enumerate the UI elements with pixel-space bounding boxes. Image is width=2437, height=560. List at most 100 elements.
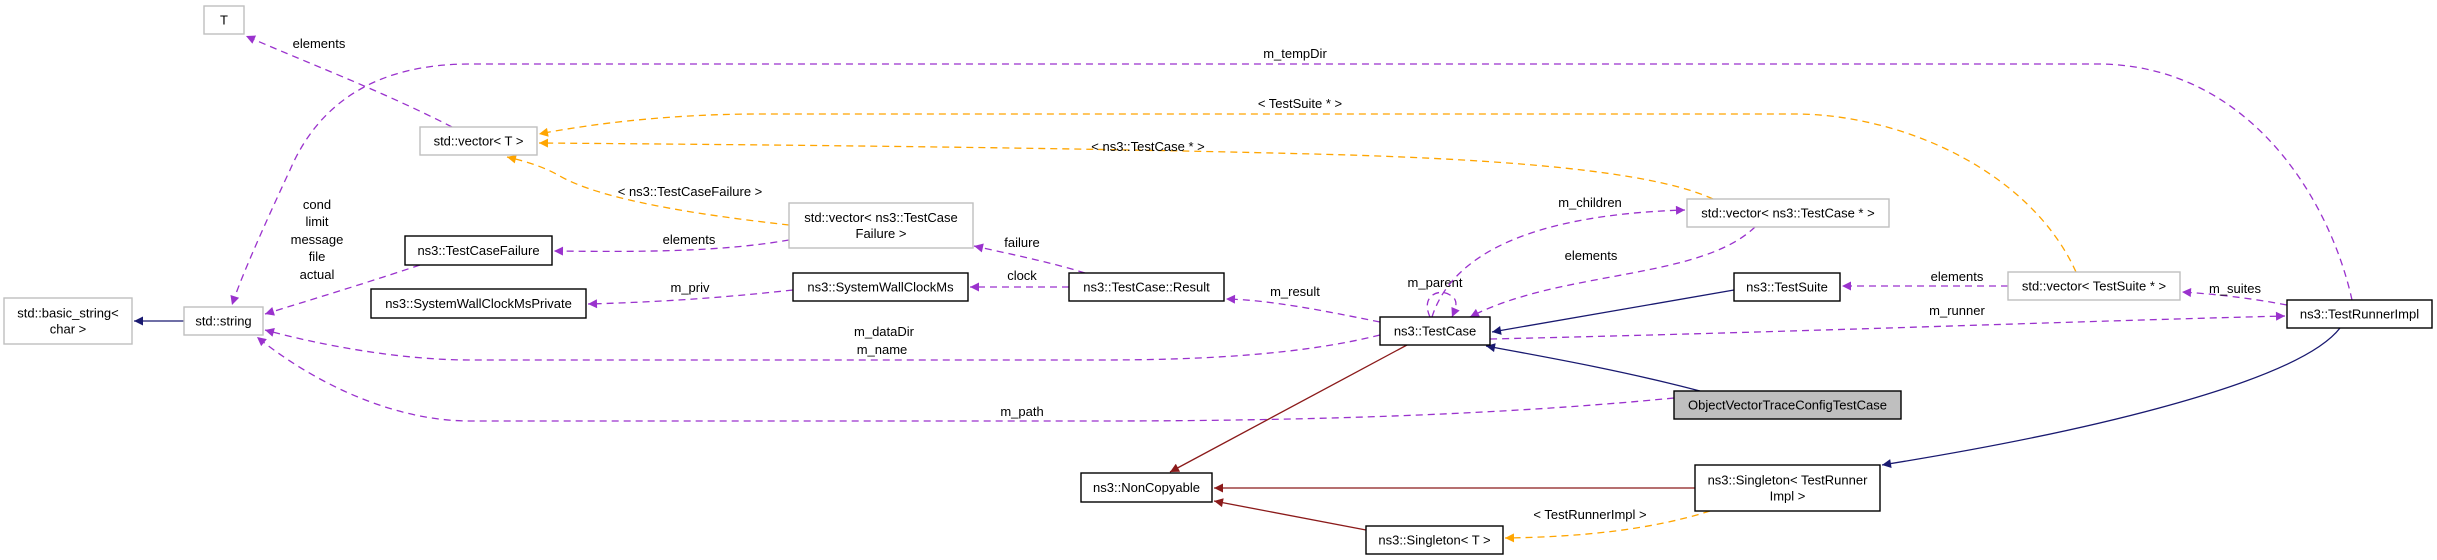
edge-line bbox=[1489, 311, 2286, 340]
node-vector-t[interactable]: std::vector< T > bbox=[419, 126, 538, 156]
node-swcms[interactable]: ns3::SystemWallClockMs bbox=[792, 272, 969, 302]
edge-label: clock bbox=[1007, 268, 1037, 283]
node-label: ns3::TestCase bbox=[1394, 324, 1476, 339]
edge-line bbox=[264, 328, 1381, 361]
edge-line bbox=[538, 113, 2077, 273]
edge-TestCase-to-TestRunnerImpl: m_runner bbox=[1489, 303, 2286, 340]
edge-TestCase-to-TestCase: m_parent bbox=[1408, 275, 1463, 318]
node-vector-tc[interactable]: std::vector< ns3::TestCase * > bbox=[1686, 198, 1890, 228]
edge-line bbox=[1469, 226, 1756, 318]
node-label: ns3::TestCase::Result bbox=[1083, 280, 1210, 295]
edge-TestRunnerImpl-to-vector_TS: m_suites bbox=[2181, 281, 2288, 306]
node-testrunnerimpl[interactable]: ns3::TestRunnerImpl bbox=[2286, 299, 2433, 329]
node-label: char > bbox=[50, 322, 87, 337]
edge-TestSuite-to-TestCase bbox=[1491, 289, 1735, 335]
edge-vector_TCF-to-TestCaseFailure: elements bbox=[553, 232, 790, 256]
edge-label: actual bbox=[300, 267, 335, 282]
node-t[interactable]: T bbox=[203, 5, 245, 35]
edge-label: < TestSuite * > bbox=[1258, 96, 1342, 111]
edge-label: elements bbox=[663, 232, 716, 247]
edge-vector_T-to-T: elements bbox=[245, 35, 453, 128]
edge-TestRunnerImpl-to-SingletonTRI bbox=[1881, 327, 2341, 469]
edge-TestCase-to-Result: m_result bbox=[1225, 284, 1381, 323]
edge-line bbox=[1213, 498, 1367, 531]
edge-label: elements bbox=[1565, 248, 1618, 263]
edge-label: < ns3::TestCaseFailure > bbox=[618, 184, 763, 199]
node-label: ns3::NonCopyable bbox=[1093, 480, 1200, 495]
node-label: ns3::TestRunnerImpl bbox=[2300, 307, 2419, 322]
node-basic-string[interactable]: std::basic_string<char > bbox=[3, 297, 133, 345]
node-label: std::vector< T > bbox=[434, 134, 524, 149]
node-label: std::vector< ns3::TestCase * > bbox=[1701, 206, 1874, 221]
node-singletont[interactable]: ns3::Singleton< T > bbox=[1365, 525, 1504, 555]
edge-label: m_result bbox=[1270, 284, 1320, 299]
node-testsuite[interactable]: ns3::TestSuite bbox=[1733, 272, 1841, 302]
edge-vector_TS-to-vector_T: < TestSuite * > bbox=[538, 96, 2077, 273]
node-testcase[interactable]: ns3::TestCase bbox=[1379, 316, 1491, 346]
node-string[interactable]: std::string bbox=[183, 306, 264, 336]
edge-vector_TC-to-TestCase: elements bbox=[1469, 226, 1756, 318]
edge-label: m_tempDir bbox=[1263, 46, 1327, 61]
edge-SWCMs-to-SWCMPrivate: m_priv bbox=[587, 280, 794, 309]
edge-Result-to-SWCMs: clock bbox=[970, 268, 1069, 292]
edge-ObjectVector-to-TestCase bbox=[1485, 343, 1701, 392]
node-label: Impl > bbox=[1770, 489, 1806, 504]
edge-SingletonTRI-to-SingletonT: < TestRunnerImpl > bbox=[1504, 507, 1711, 543]
node-label: ns3::TestCaseFailure bbox=[417, 243, 539, 258]
node-label: std::basic_string< bbox=[17, 306, 119, 321]
node-vector-ts[interactable]: std::vector< TestSuite * > bbox=[2007, 271, 2181, 301]
node-label: ns3::Singleton< TestRunner bbox=[1708, 473, 1869, 488]
edge-ObjectVector-to-string: m_path bbox=[256, 336, 1675, 422]
edge-line bbox=[1491, 289, 1735, 335]
edge-line bbox=[1485, 343, 1701, 392]
edge-label: failure bbox=[1004, 235, 1039, 250]
edge-label: < ns3::TestCase * > bbox=[1091, 139, 1204, 154]
edge-label: m_name bbox=[857, 342, 908, 357]
edge-label: m_children bbox=[1558, 195, 1622, 210]
node-label: ns3::Singleton< T > bbox=[1378, 533, 1490, 548]
node-testcasefailure[interactable]: ns3::TestCaseFailure bbox=[404, 235, 553, 266]
node-singletontri[interactable]: ns3::Singleton< TestRunnerImpl > bbox=[1694, 464, 1881, 512]
edge-line bbox=[245, 35, 453, 128]
node-label: std::vector< ns3::TestCase bbox=[804, 210, 958, 225]
edge-label: m_dataDir bbox=[854, 324, 915, 339]
node-label: std::string bbox=[195, 314, 251, 329]
edge-line bbox=[1431, 205, 1686, 318]
edge-SingletonT-to-NonCopyable bbox=[1213, 498, 1367, 531]
node-label: ns3::TestSuite bbox=[1746, 280, 1828, 295]
edge-vector_TCF-to-vector_T: < ns3::TestCaseFailure > bbox=[506, 154, 790, 226]
node-noncopyable[interactable]: ns3::NonCopyable bbox=[1080, 472, 1213, 503]
edge-line bbox=[1426, 291, 1460, 318]
edge-label: m_parent bbox=[1408, 275, 1463, 290]
node-label: ns3::SystemWallClockMsPrivate bbox=[385, 296, 572, 311]
edge-TestCase-to-NonCopyable bbox=[1169, 344, 1408, 473]
edge-TestRunnerImpl-to-string: m_tempDir bbox=[230, 46, 2353, 306]
node-label: Failure > bbox=[856, 226, 907, 241]
node-result[interactable]: ns3::TestCase::Result bbox=[1068, 272, 1225, 302]
edge-label: m_runner bbox=[1929, 303, 1985, 318]
edge-label: cond bbox=[303, 197, 331, 212]
node-label: ns3::SystemWallClockMs bbox=[807, 280, 954, 295]
node-swcmprivate[interactable]: ns3::SystemWallClockMsPrivate bbox=[370, 288, 587, 319]
node-label: std::vector< TestSuite * > bbox=[2022, 279, 2166, 294]
node-vector-tcf[interactable]: std::vector< ns3::TestCaseFailure > bbox=[788, 202, 974, 249]
collaboration-diagram: elementsm_tempDir< TestSuite * >< ns3::T… bbox=[3, 5, 2433, 555]
edge-vector_TS-to-TestSuite: elements bbox=[1842, 269, 2008, 291]
edge-line bbox=[1881, 327, 2341, 469]
edge-TestCase-to-vector_TC: m_children bbox=[1431, 195, 1686, 318]
edge-label: limit bbox=[305, 214, 328, 229]
edge-label: m_priv bbox=[670, 280, 710, 295]
edge-label: < TestRunnerImpl > bbox=[1533, 507, 1646, 522]
edge-label: message bbox=[291, 232, 344, 247]
edge-label: elements bbox=[293, 36, 346, 51]
edge-label: m_path bbox=[1000, 404, 1043, 419]
edge-label: m_suites bbox=[2209, 281, 2262, 296]
edge-line bbox=[256, 336, 1675, 422]
edge-TestCase-to-string: m_dataDir m_name bbox=[264, 324, 1381, 361]
node-objectvector[interactable]: ObjectVectorTraceConfigTestCase bbox=[1673, 390, 1902, 420]
edge-label: file bbox=[309, 249, 326, 264]
node-label: ObjectVectorTraceConfigTestCase bbox=[1688, 398, 1887, 413]
edge-label: elements bbox=[1931, 269, 1984, 284]
edge-line bbox=[1169, 344, 1408, 473]
edge-line bbox=[1225, 294, 1381, 323]
